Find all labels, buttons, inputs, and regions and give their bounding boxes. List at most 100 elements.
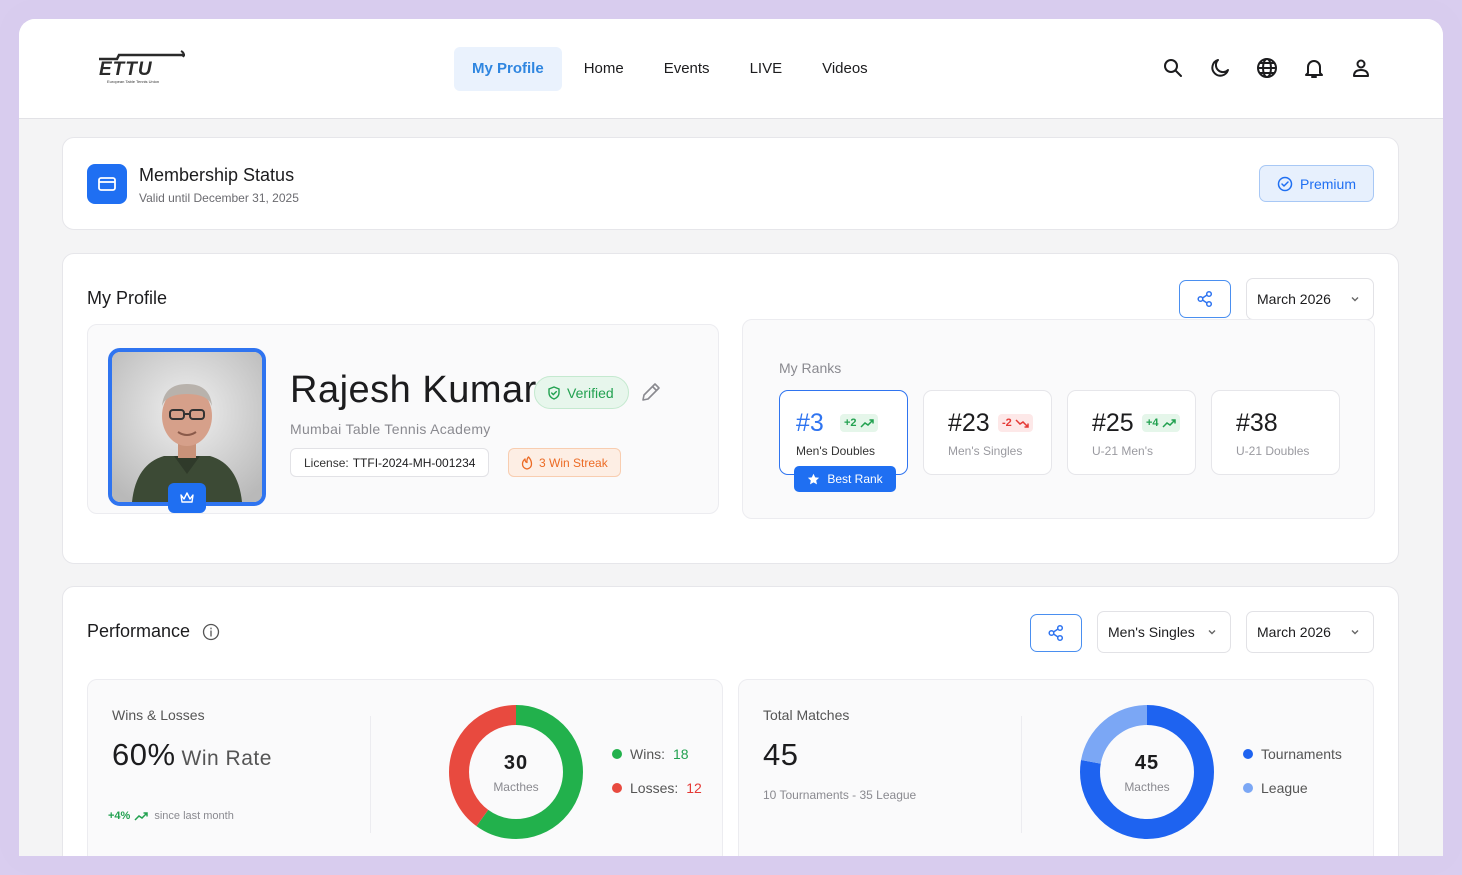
rank-delta-badge: -2 [998, 414, 1033, 432]
license-chip: License: TTFI-2024-MH-001234 [290, 448, 490, 477]
device-frame: ETTU European Table Tennis Union My Prof… [0, 0, 1462, 875]
rank-number: #38 [1236, 409, 1278, 437]
ettu-logo-mark: ETTU [99, 50, 185, 80]
rank-delta-value: +4 [1146, 417, 1159, 429]
best-rank-label: Best Rank [827, 472, 883, 486]
rank-card-mens-singles[interactable]: #23 -2 Men's Singles [923, 390, 1052, 475]
legend-value: 18 [673, 746, 689, 762]
license-value: TTFI-2024-MH-001234 [352, 455, 476, 470]
logo-subtext: European Table Tennis Union [107, 79, 160, 84]
legend-league: League [1243, 780, 1342, 796]
win-streak-badge: 3 Win Streak [508, 448, 621, 477]
performance-category-select[interactable]: Men's Singles [1097, 611, 1231, 653]
best-rank-badge: Best Rank [794, 466, 896, 492]
membership-card: Membership Status Valid until December 3… [62, 137, 1399, 230]
star-icon [808, 473, 820, 484]
credit-card-icon [87, 164, 127, 204]
total-matches-label: Total Matches [763, 707, 850, 723]
performance-period-select[interactable]: March 2026 [1246, 611, 1374, 653]
logo-lettering: ETTU [99, 59, 153, 79]
globe-icon[interactable] [1255, 56, 1279, 80]
donut-center-caption: Macthes [1124, 780, 1170, 794]
player-photo [112, 352, 262, 502]
chevron-down-icon [1351, 630, 1359, 635]
divider [1021, 716, 1022, 833]
nav-events[interactable]: Events [644, 47, 730, 91]
divider [370, 716, 371, 833]
share-icon [1197, 290, 1213, 308]
user-icon[interactable] [1349, 56, 1373, 80]
total-matches-donut: 45 Macthes [1079, 704, 1215, 840]
brand-logo[interactable]: ETTU European Table Tennis Union [97, 49, 189, 89]
nav-videos[interactable]: Videos [802, 47, 888, 91]
win-rate-suffix: Win Rate [181, 747, 272, 770]
profile-share-button[interactable] [1179, 280, 1231, 318]
player-name: Rajesh Kumar [290, 369, 537, 411]
wins-losses-legend: Wins: 18 Losses: 12 [612, 746, 702, 796]
legend-label: Wins: [630, 746, 665, 762]
rank-card-mens-doubles[interactable]: #3 +2 Men's Doubles [779, 390, 908, 475]
ranks-panel: My Ranks #3 +2 Men's Doubles #23 -2 Men'… [742, 319, 1375, 519]
profile-card: My Profile March 2026 Rajesh Kumar Verif… [62, 253, 1399, 564]
top-header: ETTU European Table Tennis Union My Prof… [19, 19, 1443, 119]
legend-label: Losses: [630, 780, 679, 796]
app-screen: ETTU European Table Tennis Union My Prof… [19, 19, 1443, 856]
performance-share-button[interactable] [1030, 614, 1082, 652]
chevron-down-icon [1208, 630, 1216, 635]
search-icon[interactable] [1161, 56, 1185, 80]
donut-center-caption: Macthes [493, 780, 539, 794]
rank-number: #25 [1092, 409, 1134, 437]
nav-my-profile[interactable]: My Profile [454, 47, 562, 91]
main-nav: My Profile Home Events LIVE Videos [454, 47, 888, 91]
wins-losses-label: Wins & Losses [112, 707, 205, 723]
crown-icon [168, 483, 206, 513]
rank-delta-value: -2 [1002, 417, 1012, 429]
trend-caption: since last month [154, 810, 234, 822]
rank-category: U-21 Doubles [1236, 444, 1310, 458]
win-rate: 60% Win Rate [112, 737, 272, 773]
rank-card-u21-mens[interactable]: #25 +4 U-21 Men's [1067, 390, 1196, 475]
legend-label: Tournaments [1261, 746, 1342, 762]
shield-check-icon [548, 385, 560, 400]
donut-center-value: 45 [1134, 752, 1160, 774]
flame-icon [521, 455, 533, 470]
chevron-down-icon [1351, 297, 1359, 302]
rank-card-u21-doubles[interactable]: #38 U-21 Doubles [1211, 390, 1340, 475]
total-matches-panel: Total Matches 45 10 Tournaments - 35 Lea… [738, 679, 1374, 856]
player-academy: Mumbai Table Tennis Academy [290, 421, 491, 437]
edit-pencil-icon[interactable] [639, 380, 663, 404]
legend-dot [1243, 783, 1253, 793]
performance-period-value: March 2026 [1257, 624, 1331, 640]
bell-icon[interactable] [1302, 56, 1326, 80]
info-icon[interactable] [202, 623, 220, 641]
wins-losses-panel: Wins & Losses 60% Win Rate +4% since last… [87, 679, 723, 856]
header-actions [1161, 56, 1373, 80]
rank-delta-badge: +4 [1142, 414, 1180, 432]
premium-badge-button[interactable]: Premium [1259, 165, 1374, 202]
share-icon [1048, 624, 1064, 642]
nav-home[interactable]: Home [564, 47, 644, 91]
legend-wins: Wins: 18 [612, 746, 702, 762]
check-circle-icon [1277, 176, 1293, 191]
trend-value: +4% [108, 810, 149, 822]
rank-number: #3 [796, 409, 824, 437]
trend-up-icon [1162, 418, 1176, 428]
profile-section-title: My Profile [87, 288, 168, 308]
moon-icon[interactable] [1208, 56, 1232, 80]
trend-value-text: +4% [108, 810, 131, 822]
win-rate-value: 60% [112, 737, 176, 772]
membership-title: Membership Status [139, 165, 295, 185]
rank-delta-value: +2 [844, 417, 857, 429]
profile-period-select[interactable]: March 2026 [1246, 278, 1374, 320]
matches-breakdown: 10 Tournaments - 35 League [763, 788, 917, 802]
trend-down-icon [1015, 418, 1029, 428]
win-streak-label: 3 Win Streak [539, 455, 608, 470]
nav-live[interactable]: LIVE [730, 47, 803, 91]
rank-category: U-21 Men's [1092, 444, 1153, 458]
legend-label: League [1261, 780, 1308, 796]
rank-number: #23 [948, 409, 990, 437]
performance-card: Performance Men's Singles March 2026 Win… [62, 586, 1399, 856]
trend-up-icon [860, 418, 874, 428]
performance-category-value: Men's Singles [1108, 624, 1195, 640]
wins-losses-donut: 30 Macthes [448, 704, 584, 840]
